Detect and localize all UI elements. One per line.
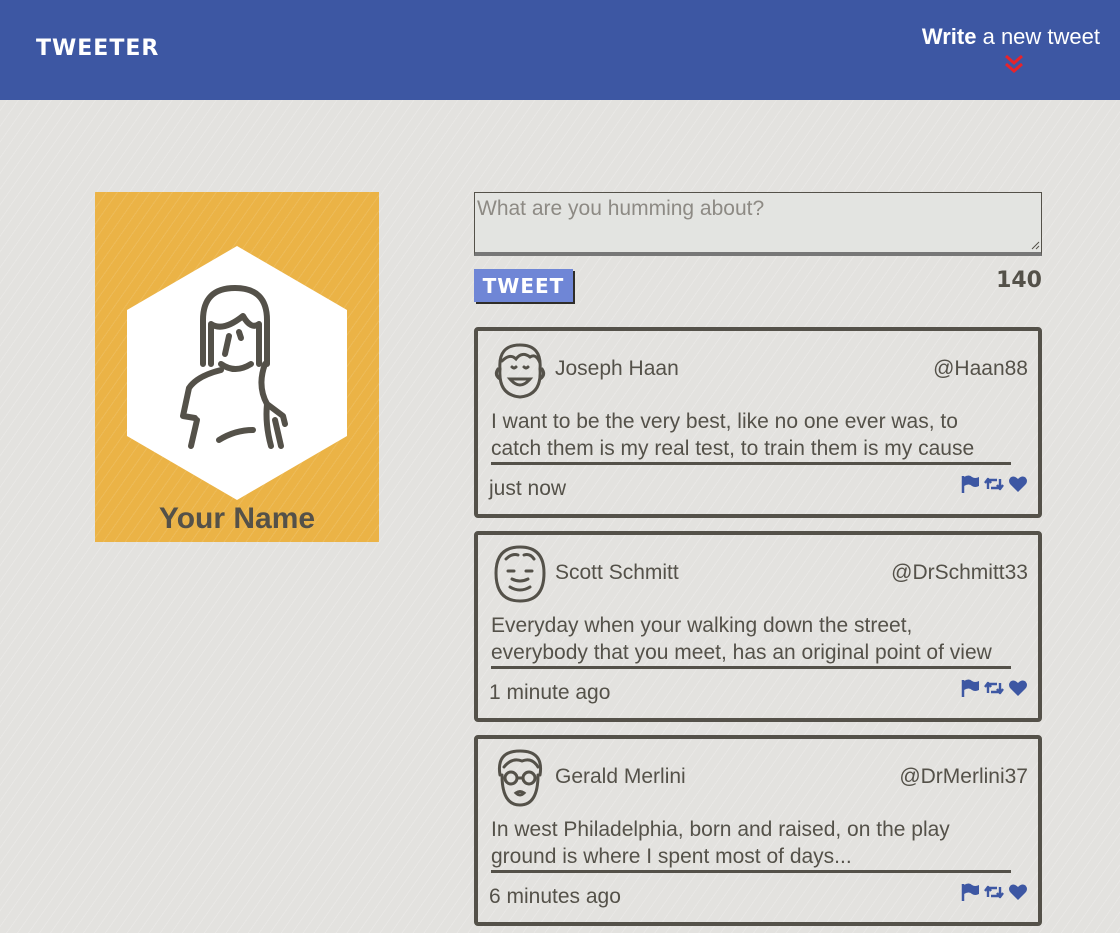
tweet-actions — [960, 882, 1028, 902]
tweet-author-name: Joseph Haan — [555, 357, 679, 380]
character-counter: 140 — [996, 268, 1042, 293]
brand-logo[interactable]: TWEETER — [36, 36, 159, 61]
tweet-author-name: Gerald Merlini — [555, 765, 686, 788]
flag-icon[interactable] — [960, 474, 980, 494]
tweet-text: In west Philadelphia, born and raised, o… — [491, 816, 1011, 873]
write-tweet-toggle[interactable]: Write a new tweet — [922, 24, 1100, 50]
woman-avatar-icon — [127, 246, 347, 500]
nav-bar: TWEETER Write a new tweet — [0, 0, 1120, 100]
tweet-button[interactable]: TWEET — [474, 269, 573, 302]
profile-name: Your Name — [158, 502, 316, 535]
tweet-author-handle[interactable]: @Haan88 — [933, 357, 1028, 381]
tweet-actions — [960, 678, 1028, 698]
flag-icon[interactable] — [960, 678, 980, 698]
tweet-input[interactable] — [474, 192, 1042, 256]
tweet-text: Everyday when your walking down the stre… — [491, 612, 1011, 669]
profile-card: Your Name — [95, 192, 379, 542]
retweet-icon[interactable] — [984, 882, 1004, 902]
tweet-actions — [960, 474, 1028, 494]
tweet-author-name: Scott Schmitt — [555, 561, 679, 584]
flag-icon[interactable] — [960, 882, 980, 902]
tweet-timestamp: 6 minutes ago — [489, 885, 621, 908]
retweet-icon[interactable] — [984, 474, 1004, 494]
double-chevron-down-icon[interactable] — [1004, 52, 1024, 76]
tweet-text: I want to be the very best, like no one … — [491, 408, 1011, 465]
tweet-timestamp: 1 minute ago — [489, 681, 611, 704]
tweet-author-handle[interactable]: @DrMerlini37 — [899, 765, 1028, 789]
tweet-card: Joseph Haan @Haan88 I want to be the ver… — [474, 327, 1042, 518]
bald-man-avatar-icon — [494, 545, 546, 603]
tweet-author-handle[interactable]: @DrSchmitt33 — [891, 561, 1028, 585]
compose-bold-text: Write — [921, 24, 977, 49]
tweet-card: Scott Schmitt @DrSchmitt33 Everyday when… — [474, 531, 1042, 722]
smiling-man-avatar-icon — [494, 343, 546, 399]
tweet-timestamp: just now — [489, 477, 567, 500]
tweet-card: Gerald Merlini @DrMerlini37 In west Phil… — [474, 735, 1042, 926]
heart-icon[interactable] — [1008, 882, 1028, 902]
heart-icon[interactable] — [1008, 678, 1028, 698]
compose-rest-text: a new tweet — [976, 24, 1100, 49]
retweet-icon[interactable] — [984, 678, 1004, 698]
heart-icon[interactable] — [1008, 474, 1028, 494]
man-with-glasses-avatar-icon — [497, 749, 543, 807]
